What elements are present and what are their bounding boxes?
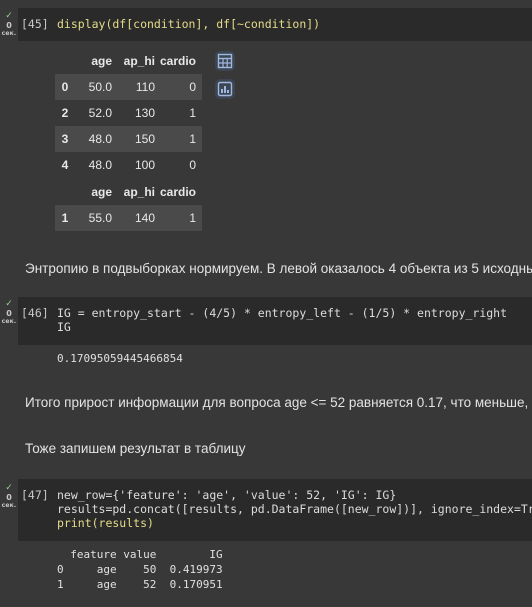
column-header: cardio (159, 54, 196, 68)
run-time-unit: сек. (1, 318, 17, 325)
cell-ap-hi: 140 (134, 211, 155, 225)
code-line-3: print(results) (57, 516, 154, 530)
dataframe-table-1: age ap_hi cardio 0 50.0 110 0 2 52.0 130… (55, 48, 202, 178)
cell-cardio: 1 (189, 211, 196, 225)
code-line-2: results=pd.concat([results, pd.DataFrame… (57, 502, 532, 516)
code-cell-45[interactable]: [45] display(df[condition], df[~conditio… (18, 8, 532, 41)
code-line-1: IG = entropy_start - (4/5) * entropy_lef… (57, 306, 508, 320)
cell-age: 48.0 (88, 158, 112, 172)
cell-ap-hi: 110 (135, 80, 155, 94)
run-status-47[interactable]: ✓ 0 сек. (1, 483, 17, 510)
row-index: 0 (61, 80, 69, 94)
cell-ap-hi: 100 (134, 158, 155, 172)
markdown-text-entropy: Энтропию в подвыборках нормируем. В лево… (25, 261, 532, 276)
table-row: 0 50.0 110 0 (55, 74, 202, 100)
cell-cardio: 1 (189, 132, 196, 146)
table-row: 1 55.0 140 1 (55, 205, 202, 231)
column-header: age (91, 185, 112, 199)
cell-cardio: 0 (189, 80, 196, 94)
column-header: ap_hi (123, 54, 155, 68)
run-time-value: 0 (6, 21, 12, 30)
row-index: 3 (61, 132, 69, 146)
cell-age: 48.0 (88, 132, 112, 146)
row-index: 4 (61, 158, 69, 172)
run-time-value: 0 (6, 493, 12, 502)
code-lines[interactable]: new_row={'feature': 'age', 'value': 52, … (57, 488, 532, 530)
markdown-text-ig-summary: Итого прирост информации для вопроса age… (25, 395, 532, 410)
table-header-row: age ap_hi cardio (55, 179, 202, 205)
check-icon: ✓ (5, 299, 13, 309)
check-icon: ✓ (5, 11, 13, 21)
table-row: 4 48.0 100 0 (55, 152, 202, 178)
cell-age: 52.0 (88, 106, 112, 120)
results-output: feature value IG 0 age 50 0.419973 1 age… (57, 547, 223, 592)
notebook-page: ✓ 0 сек. [45] display(df[condition], df[… (0, 0, 532, 607)
run-time-unit: сек. (1, 502, 17, 509)
row-index: 1 (61, 211, 69, 225)
dataframe-table-2: age ap_hi cardio 1 55.0 140 1 (55, 179, 202, 231)
table-row: 2 52.0 130 1 (55, 100, 202, 126)
execution-count: [47] (21, 488, 49, 502)
code-cell-46[interactable]: [46] IG = entropy_start - (4/5) * entrop… (18, 297, 532, 345)
column-header: cardio (159, 185, 196, 199)
results-header: feature value IG (57, 548, 223, 561)
results-row: 0 age 50 0.419973 (57, 563, 223, 576)
code-line[interactable]: display(df[condition], df[~condition]) (57, 17, 320, 31)
table-icon (217, 53, 233, 69)
cell-ap-hi: 150 (134, 132, 155, 146)
cell-age: 50.0 (88, 80, 112, 94)
run-status-45[interactable]: ✓ 0 сек. (1, 11, 17, 38)
results-row: 1 age 52 0.170951 (57, 578, 223, 591)
code-line-2: IG (57, 320, 71, 334)
column-header: age (91, 54, 112, 68)
cell-age: 55.0 (88, 211, 112, 225)
run-time-value: 0 (6, 309, 12, 318)
code-lines[interactable]: IG = entropy_start - (4/5) * entropy_lef… (57, 306, 507, 334)
index-header (55, 48, 75, 74)
cell-ap-hi: 130 (134, 106, 155, 120)
table-row: 3 48.0 150 1 (55, 126, 202, 152)
code-line-1: new_row={'feature': 'age', 'value': 52, … (57, 488, 397, 502)
row-index: 2 (61, 106, 69, 120)
markdown-text-record: Тоже запишем результат в таблицу (25, 441, 246, 456)
chart-icon (217, 81, 233, 97)
code-text: display(df[condition], df[~condition]) (57, 17, 321, 31)
run-time-unit: сек. (1, 30, 17, 37)
cell-cardio: 1 (189, 106, 196, 120)
ig-output-value: 0.17095059445466854 (57, 352, 183, 365)
execution-count: [45] (21, 17, 49, 31)
execution-count: [46] (21, 306, 49, 320)
suggest-charts-button[interactable] (215, 79, 235, 99)
convert-to-interactive-table-button[interactable] (215, 51, 235, 71)
index-header (55, 179, 75, 205)
check-icon: ✓ (5, 483, 13, 493)
column-header: ap_hi (123, 185, 155, 199)
run-status-46[interactable]: ✓ 0 сек. (1, 299, 17, 326)
cell-cardio: 0 (189, 158, 196, 172)
code-cell-47[interactable]: [47] new_row={'feature': 'age', 'value':… (18, 479, 532, 541)
table-header-row: age ap_hi cardio (55, 48, 202, 74)
